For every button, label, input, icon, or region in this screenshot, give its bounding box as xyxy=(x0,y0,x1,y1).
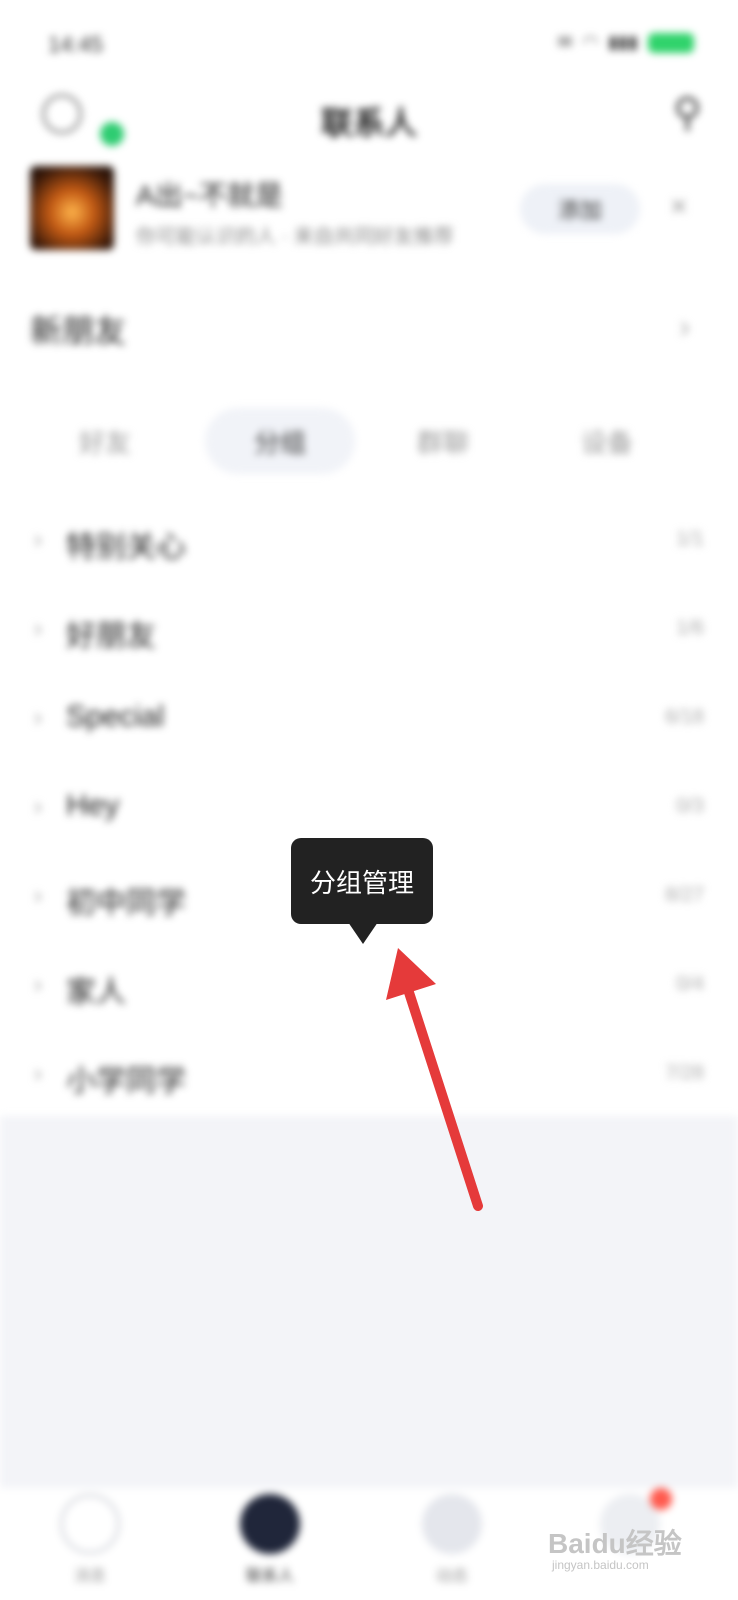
new-friends-label: 新朋友 xyxy=(30,313,127,349)
battery-icon xyxy=(648,32,694,53)
group-count: 7/28 xyxy=(665,1062,704,1084)
group-row[interactable]: › 小学同学 7/28 xyxy=(0,1032,738,1121)
nav-label: 联系人 xyxy=(245,1568,294,1585)
group-row[interactable]: › Special 6/18 xyxy=(0,676,738,765)
status-bar: 14:45 ✉ ◠ ▮▮▮ xyxy=(0,0,738,90)
new-friends-row[interactable]: 新朋友 › xyxy=(30,296,710,366)
signal-icon: ▮▮▮ xyxy=(608,32,638,52)
group-row[interactable]: › 好朋友 1/6 xyxy=(0,587,738,676)
chevron-right-icon: › xyxy=(34,704,42,731)
nav-moments[interactable]: 动态 xyxy=(392,1488,512,1600)
recommendation-card[interactable]: A出~不就是 你可能认识的人 · 来自共同好友推荐 添加 × xyxy=(30,166,710,256)
contacts-icon xyxy=(240,1494,300,1554)
add-friend-icon[interactable]: ⚲ xyxy=(673,90,702,136)
contact-tabs: 好友 分组 群聊 设备 xyxy=(30,408,710,474)
notification-icon: ✉ xyxy=(557,32,573,52)
group-management-tooltip[interactable]: 分组管理 xyxy=(291,838,433,924)
page-title: 联系人 xyxy=(320,105,417,141)
recommendation-avatar xyxy=(30,166,114,250)
group-row[interactable]: › 特别关心 1/1 xyxy=(0,498,738,587)
contacts-screen: 14:45 ✉ ◠ ▮▮▮ 联系人 ⚲ A出~不就是 你可能认识的人 · 来自共… xyxy=(0,0,738,1600)
group-name: 特别关心 xyxy=(66,531,186,564)
chevron-right-icon: › xyxy=(34,793,42,820)
nav-label: 消息 xyxy=(73,1568,106,1585)
header: 联系人 ⚲ xyxy=(0,88,738,158)
chevron-right-icon: › xyxy=(679,308,690,344)
watermark-logo: Baidu经验 jingyan.baidu.com xyxy=(548,1518,718,1578)
close-icon[interactable]: × xyxy=(670,190,688,224)
group-name: 初中同学 xyxy=(66,887,186,920)
tab-friends[interactable]: 好友 xyxy=(30,408,180,474)
group-count: 1/1 xyxy=(676,528,704,550)
group-count: 8/27 xyxy=(665,884,704,906)
recommendation-description: 你可能认识的人 · 来自共同好友推荐 xyxy=(136,226,454,248)
tab-group-chats[interactable]: 群聊 xyxy=(368,408,518,474)
nav-contacts[interactable]: 联系人 xyxy=(210,1488,330,1600)
tab-groups[interactable]: 分组 xyxy=(205,408,355,474)
blurred-background-layer: 14:45 ✉ ◠ ▮▮▮ 联系人 ⚲ A出~不就是 你可能认识的人 · 来自共… xyxy=(0,0,738,1600)
nav-messages[interactable]: 消息 xyxy=(30,1488,150,1600)
group-name: 好朋友 xyxy=(66,620,156,653)
status-icons: ✉ ◠ ▮▮▮ xyxy=(557,32,694,53)
group-count: 0/3 xyxy=(676,795,704,817)
group-name: 家人 xyxy=(66,976,126,1009)
add-button[interactable]: 添加 xyxy=(520,184,640,234)
nav-label: 动态 xyxy=(435,1568,468,1585)
group-name: 小学同学 xyxy=(66,1065,186,1098)
group-count: 0/4 xyxy=(676,973,704,995)
watermark-text: Baidu经验 xyxy=(548,1528,682,1559)
group-row[interactable]: › 家人 0/4 xyxy=(0,943,738,1032)
group-name: Hey xyxy=(66,789,120,822)
empty-area xyxy=(0,1116,738,1488)
group-list: › 特别关心 1/1 › 好朋友 1/6 › Special 6/18 › He… xyxy=(0,498,738,1121)
tooltip-pointer xyxy=(348,922,378,944)
group-count: 6/18 xyxy=(665,706,704,728)
group-count: 1/6 xyxy=(676,617,704,639)
chevron-right-icon: › xyxy=(34,882,42,909)
tab-devices[interactable]: 设备 xyxy=(532,408,682,474)
moments-icon xyxy=(422,1494,482,1554)
notification-badge xyxy=(650,1488,672,1510)
chevron-right-icon: › xyxy=(34,526,42,553)
status-time: 14:45 xyxy=(48,32,104,57)
recommendation-name: A出~不就是 xyxy=(136,180,284,211)
wifi-icon: ◠ xyxy=(582,32,599,52)
watermark-subtext: jingyan.baidu.com xyxy=(552,1558,649,1572)
message-icon xyxy=(60,1494,120,1554)
chevron-right-icon: › xyxy=(34,1060,42,1087)
chevron-right-icon: › xyxy=(34,615,42,642)
chevron-right-icon: › xyxy=(34,971,42,998)
group-name: Special xyxy=(66,700,165,733)
